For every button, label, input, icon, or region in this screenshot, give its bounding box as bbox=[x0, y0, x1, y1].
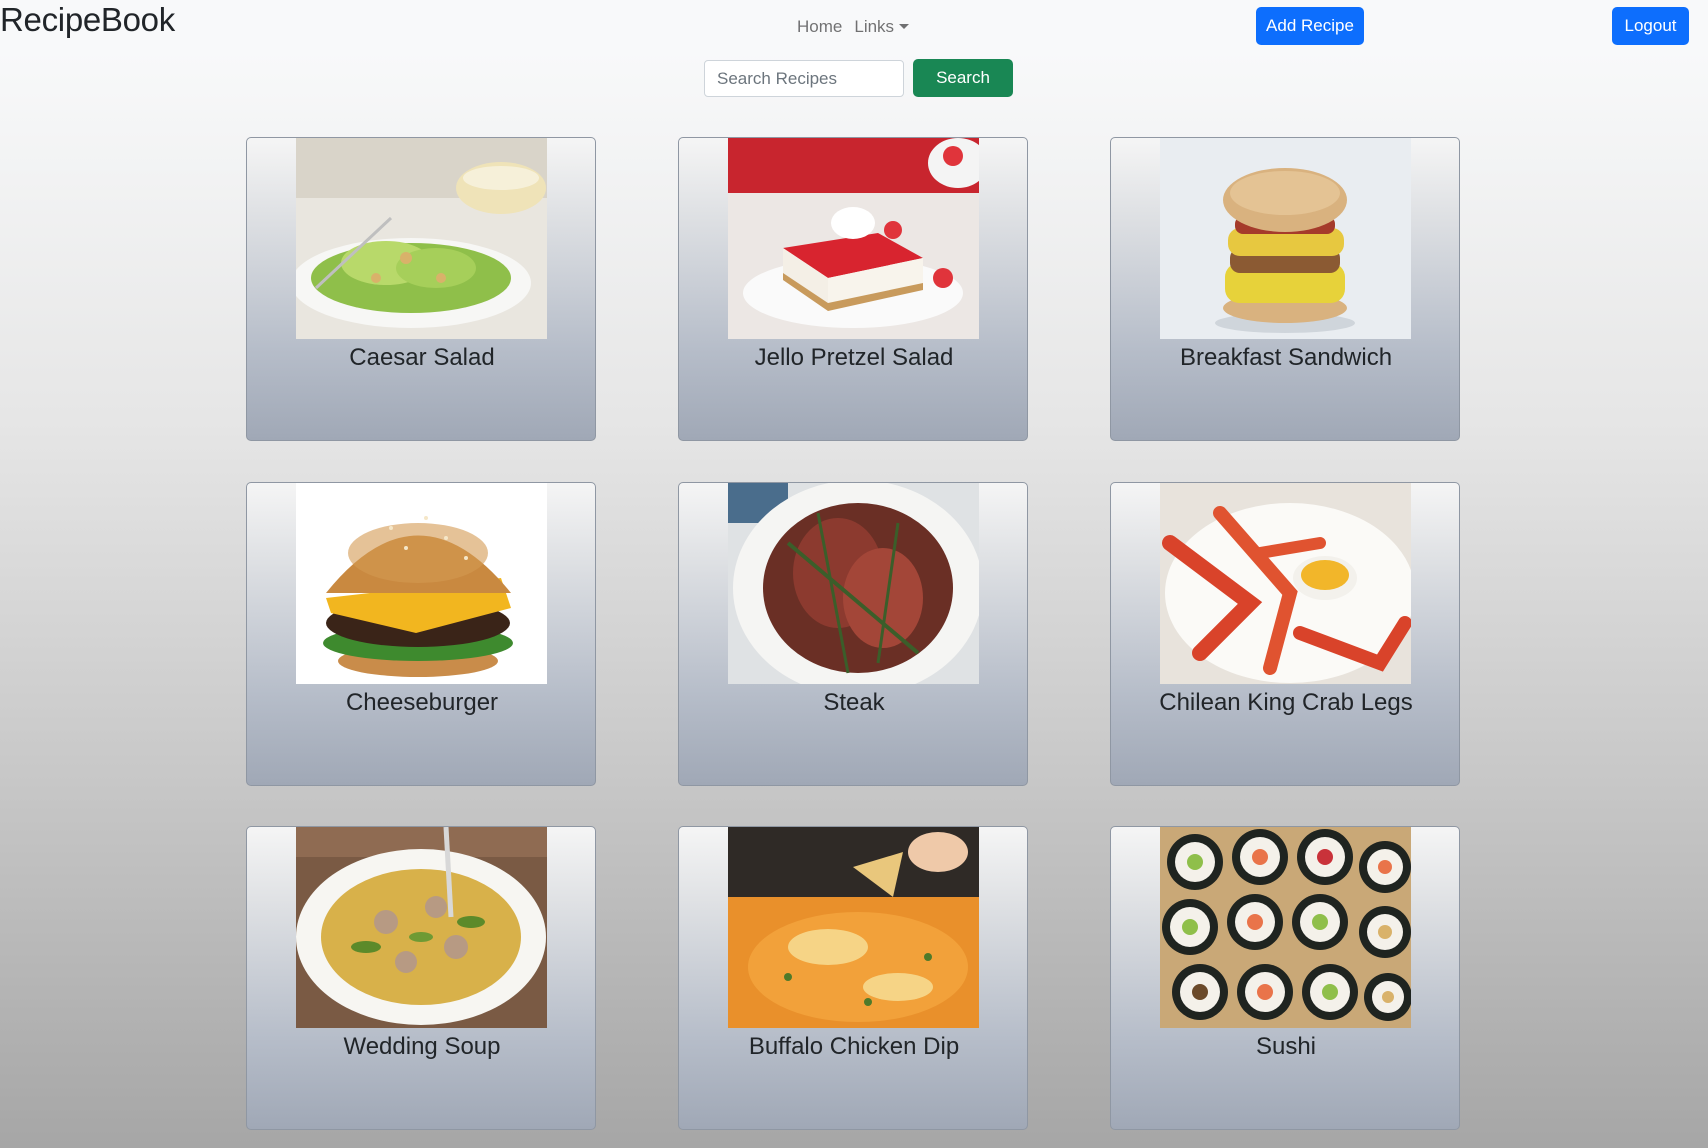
add-recipe-button[interactable]: Add Recipe bbox=[1256, 7, 1364, 45]
buffalo-chicken-dip-image[interactable] bbox=[728, 827, 979, 1028]
nav-dropdown-links[interactable]: Links bbox=[854, 17, 910, 37]
recipe-card[interactable]: Wedding Soup bbox=[246, 826, 596, 1130]
nav-dropdown-label: Links bbox=[854, 17, 895, 36]
steak-image[interactable] bbox=[728, 483, 979, 684]
brand-logo[interactable]: RecipeBook bbox=[0, 0, 175, 40]
recipe-title[interactable]: Breakfast Sandwich bbox=[1111, 343, 1459, 373]
caesar-salad-image[interactable] bbox=[296, 138, 547, 339]
sushi-image[interactable] bbox=[1160, 827, 1411, 1028]
recipe-card[interactable]: Breakfast Sandwich bbox=[1110, 137, 1460, 441]
navbar: RecipeBook Home Links Add Recipe Logout bbox=[0, 0, 1708, 52]
caret-down-icon bbox=[899, 24, 910, 29]
recipe-card[interactable]: Sushi bbox=[1110, 826, 1460, 1130]
nav-link-home[interactable]: Home bbox=[797, 17, 842, 37]
recipe-title[interactable]: Caesar Salad bbox=[247, 343, 595, 373]
cheeseburger-image[interactable] bbox=[296, 483, 547, 684]
recipe-card[interactable]: Caesar Salad bbox=[246, 137, 596, 441]
recipe-card[interactable]: Steak bbox=[678, 482, 1028, 786]
recipe-card[interactable]: Chilean King Crab Legs bbox=[1110, 482, 1460, 786]
wedding-soup-image[interactable] bbox=[296, 827, 547, 1028]
breakfast-sandwich-image[interactable] bbox=[1160, 138, 1411, 339]
recipe-title[interactable]: Chilean King Crab Legs bbox=[1111, 688, 1459, 718]
recipe-title[interactable]: Cheeseburger bbox=[247, 688, 595, 718]
logout-button[interactable]: Logout bbox=[1612, 7, 1689, 45]
recipe-title[interactable]: Steak bbox=[679, 688, 1027, 718]
king-crab-legs-image[interactable] bbox=[1160, 483, 1411, 684]
recipe-title[interactable]: Sushi bbox=[1111, 1032, 1459, 1062]
recipe-title[interactable]: Wedding Soup bbox=[247, 1032, 595, 1062]
recipe-title[interactable]: Jello Pretzel Salad bbox=[679, 343, 1027, 373]
search-button[interactable]: Search bbox=[913, 59, 1013, 97]
recipe-card[interactable]: Buffalo Chicken Dip bbox=[678, 826, 1028, 1130]
recipe-title[interactable]: Buffalo Chicken Dip bbox=[679, 1032, 1027, 1062]
nav-links: Home Links bbox=[797, 14, 910, 40]
recipe-card[interactable]: Cheeseburger bbox=[246, 482, 596, 786]
recipe-card[interactable]: Jello Pretzel Salad bbox=[678, 137, 1028, 441]
jello-pretzel-salad-image[interactable] bbox=[728, 138, 979, 339]
search-input[interactable] bbox=[704, 60, 904, 97]
